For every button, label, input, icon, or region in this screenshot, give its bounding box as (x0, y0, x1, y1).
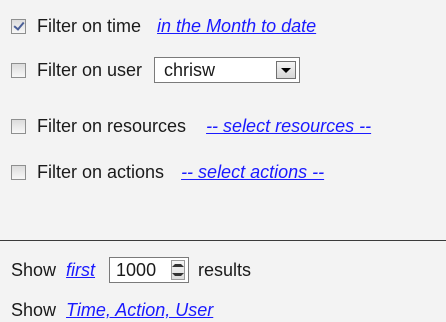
select-actions-link[interactable]: -- select actions -- (181, 162, 324, 183)
dropdown-arrow-icon[interactable] (276, 61, 297, 79)
filter-resources-row: Filter on resources -- select resources … (11, 116, 371, 137)
section-divider (0, 240, 446, 241)
time-range-link[interactable]: in the Month to date (157, 16, 316, 37)
spinner-buttons[interactable] (171, 260, 186, 280)
select-resources-link[interactable]: -- select resources -- (206, 116, 371, 137)
filter-user-row: Filter on user chrisw (11, 57, 301, 83)
show-columns-row: Show Time, Action, User (11, 300, 213, 321)
show-columns-prefix: Show (11, 300, 57, 320)
filter-resources-checkbox[interactable] (11, 119, 26, 134)
filter-actions-label: Filter on actions (37, 162, 165, 182)
filter-actions-checkbox[interactable] (11, 165, 26, 180)
filter-time-row: Filter on time in the Month to date (11, 16, 316, 37)
limit-mode-link[interactable]: first (66, 260, 95, 281)
filter-user-checkbox[interactable] (11, 62, 26, 78)
filter-time-label: Filter on time (37, 16, 142, 36)
filter-actions-row: Filter on actions -- select actions -- (11, 162, 324, 183)
filter-user-label: Filter on user (37, 59, 143, 80)
show-limit-suffix: results (198, 259, 252, 280)
result-count-value[interactable]: 1000 (110, 260, 171, 281)
result-count-spinner[interactable]: 1000 (109, 257, 190, 283)
spinner-up-icon[interactable] (172, 261, 185, 270)
columns-link[interactable]: Time, Action, User (66, 300, 213, 321)
user-dropdown[interactable]: chrisw (154, 57, 301, 83)
filter-resources-label: Filter on resources (37, 116, 187, 136)
spinner-down-icon[interactable] (172, 270, 185, 279)
filter-time-checkbox[interactable] (11, 19, 26, 34)
show-limit-prefix: Show (11, 259, 57, 280)
show-limit-row: Show first 1000 results (11, 257, 251, 283)
user-dropdown-value: chrisw (164, 59, 216, 80)
